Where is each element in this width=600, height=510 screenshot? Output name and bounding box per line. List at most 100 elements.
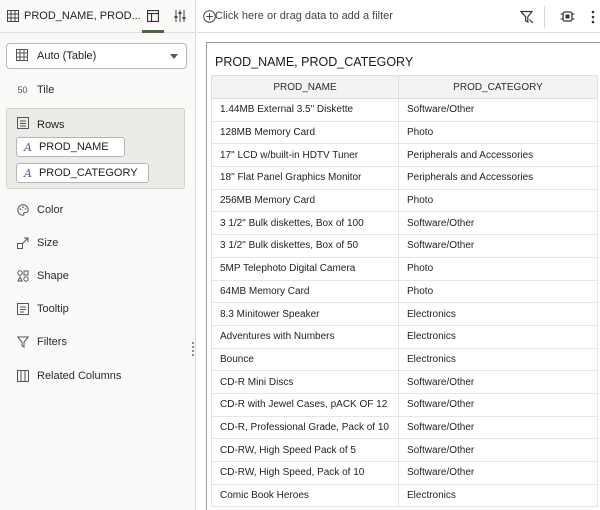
- grammar-tile-label: Tile: [37, 84, 55, 96]
- table-row[interactable]: CD-R with Jewel Cases, pACK OF 12 Softwar…: [211, 392, 598, 417]
- attribute-icon: A: [24, 166, 32, 180]
- filter-bar[interactable]: Click here or drag data to add a filter: [197, 0, 600, 33]
- attribute-icon: A: [24, 140, 32, 154]
- table-row[interactable]: CD-RW, High Speed, Pack of 10 Software/Ot…: [211, 461, 598, 485]
- table-row[interactable]: 64MB Memory Card Photo: [211, 279, 598, 304]
- cell-prod-category[interactable]: Photo: [398, 279, 598, 304]
- visualization-container[interactable]: PROD_NAME, PROD_CATEGORY PROD_NAME PROD_…: [206, 42, 600, 510]
- cell-prod-category[interactable]: Photo: [398, 256, 598, 281]
- cell-prod-category[interactable]: Photo: [398, 188, 598, 213]
- cell-prod-name[interactable]: 64MB Memory Card: [211, 279, 399, 304]
- table-row[interactable]: 5MP Telephoto Digital Camera Photo: [211, 256, 598, 281]
- cell-prod-name[interactable]: CD-RW, High Speed, Pack of 10: [211, 461, 399, 485]
- visualization-tab-title[interactable]: PROD_NAME, PROD...: [24, 10, 141, 22]
- column-header-prod-name[interactable]: PROD_NAME: [211, 75, 399, 99]
- table-row[interactable]: CD-R Mini Discs Software/Other: [211, 370, 598, 394]
- grammar-shape[interactable]: Shape: [16, 268, 69, 284]
- cell-prod-name[interactable]: Adventures with Numbers: [211, 324, 399, 349]
- cell-prod-name[interactable]: 18" Flat Panel Graphics Monitor: [211, 166, 399, 190]
- cell-prod-category[interactable]: Peripherals and Accessories: [398, 143, 598, 168]
- cell-prod-name[interactable]: 3 1/2" Bulk diskettes, Box of 50: [211, 234, 399, 258]
- color-palette-icon: [16, 204, 29, 217]
- grammar-shape-label: Shape: [37, 270, 69, 282]
- cell-prod-name[interactable]: 3 1/2" Bulk diskettes, Box of 100: [211, 211, 399, 236]
- row-pill-label: PROD_CATEGORY: [38, 167, 138, 179]
- grammar-tile[interactable]: 50 Tile: [16, 82, 54, 98]
- grammar-filters[interactable]: Filters: [16, 334, 67, 350]
- visualization-title: PROD_NAME, PROD_CATEGORY: [215, 55, 414, 69]
- table-row[interactable]: 3 1/2" Bulk diskettes, Box of 100 Softwar…: [211, 211, 598, 236]
- row-pill-prod-category[interactable]: A PROD_CATEGORY: [16, 163, 149, 183]
- cell-prod-category[interactable]: Electronics: [398, 324, 598, 349]
- grammar-tooltip-label: Tooltip: [37, 303, 69, 315]
- column-header-prod-category[interactable]: PROD_CATEGORY: [398, 75, 598, 99]
- cell-prod-category[interactable]: Software/Other: [398, 234, 598, 258]
- table-row[interactable]: 1.44MB External 3.5" Diskette Software/Ot…: [211, 98, 598, 122]
- table-row[interactable]: Comic Book Heroes Electronics: [211, 483, 598, 508]
- panel-resize-handle[interactable]: [192, 342, 194, 358]
- grammar-tooltip[interactable]: Tooltip: [16, 301, 69, 317]
- cell-prod-category[interactable]: Software/Other: [398, 211, 598, 236]
- funnel-icon[interactable]: [519, 9, 534, 24]
- cell-prod-name[interactable]: 17" LCD w/built-in HDTV Tuner: [211, 143, 399, 168]
- cell-prod-name[interactable]: CD-RW, High Speed Pack of 5: [211, 438, 399, 462]
- filter-placeholder[interactable]: Click here or drag data to add a filter: [215, 10, 393, 22]
- table-icon: [16, 48, 28, 64]
- cell-prod-name[interactable]: Comic Book Heroes: [211, 483, 399, 508]
- columns-icon: [16, 370, 29, 383]
- toolbar-separator: [544, 6, 545, 28]
- row-pill-label: PROD_NAME: [38, 141, 109, 153]
- grammar-panel-icon[interactable]: [146, 9, 160, 23]
- cell-prod-name[interactable]: 1.44MB External 3.5" Diskette: [211, 98, 399, 122]
- cell-prod-name[interactable]: CD-R, Professional Grade, Pack of 10: [211, 415, 399, 440]
- cell-prod-category[interactable]: Electronics: [398, 347, 598, 372]
- table-row[interactable]: 3 1/2" Bulk diskettes, Box of 50 Software…: [211, 234, 598, 258]
- grammar-related-columns[interactable]: Related Columns: [16, 368, 121, 384]
- data-table: PROD_NAME PROD_CATEGORY 1.44MB External …: [211, 75, 598, 508]
- grammar-size-label: Size: [37, 237, 59, 249]
- rows-icon: [17, 117, 29, 132]
- table-row[interactable]: 18" Flat Panel Graphics Monitor Periphera…: [211, 166, 598, 190]
- table-row[interactable]: Adventures with Numbers Electronics: [211, 324, 598, 349]
- rows-header: Rows: [17, 117, 65, 132]
- table-row[interactable]: CD-R, Professional Grade, Pack of 10 Soft…: [211, 415, 598, 440]
- visualization-type-select[interactable]: Auto (Table): [6, 43, 187, 69]
- cell-prod-category[interactable]: Software/Other: [398, 370, 598, 394]
- table-row[interactable]: 8.3 Minitower Speaker Electronics: [211, 302, 598, 326]
- cell-prod-name[interactable]: CD-R with Jewel Cases, pACK OF 12: [211, 392, 399, 417]
- cell-prod-name[interactable]: CD-R Mini Discs: [211, 370, 399, 394]
- cell-prod-category[interactable]: Software/Other: [398, 98, 598, 122]
- grammar-size[interactable]: Size: [16, 235, 58, 251]
- rows-label: Rows: [37, 118, 65, 131]
- cell-prod-name[interactable]: 128MB Memory Card: [211, 120, 399, 145]
- table-row[interactable]: 256MB Memory Card Photo: [211, 188, 598, 213]
- properties-icon[interactable]: [173, 9, 187, 23]
- cell-prod-category[interactable]: Photo: [398, 120, 598, 145]
- table-icon: [6, 9, 20, 23]
- table-row[interactable]: Bounce Electronics: [211, 347, 598, 372]
- cell-prod-category[interactable]: Electronics: [398, 483, 598, 508]
- rows-drop-target[interactable]: Rows A PROD_NAME A PROD_CATEGORY: [6, 108, 185, 189]
- cell-prod-name[interactable]: 5MP Telephoto Digital Camera: [211, 256, 399, 281]
- cell-prod-name[interactable]: 256MB Memory Card: [211, 188, 399, 213]
- cell-prod-category[interactable]: Electronics: [398, 302, 598, 326]
- cell-prod-category[interactable]: Peripherals and Accessories: [398, 166, 598, 190]
- data-panel: PROD_NAME, PROD... Auto (Table) 50 Tile …: [0, 0, 196, 510]
- table-row[interactable]: CD-RW, High Speed Pack of 5 Software/Othe…: [211, 438, 598, 462]
- cell-prod-category[interactable]: Software/Other: [398, 415, 598, 440]
- more-vertical-icon[interactable]: [585, 9, 600, 24]
- row-pill-prod-name[interactable]: A PROD_NAME: [16, 137, 125, 157]
- cell-prod-name[interactable]: 8.3 Minitower Speaker: [211, 302, 399, 326]
- canvas-area: Click here or drag data to add a filter …: [197, 0, 600, 510]
- grammar-filters-label: Filters: [37, 336, 67, 348]
- table-header-row: PROD_NAME PROD_CATEGORY: [211, 75, 598, 99]
- canvas-menu-icon[interactable]: [560, 9, 575, 24]
- table-row[interactable]: 17" LCD w/built-in HDTV Tuner Peripherals…: [211, 143, 598, 168]
- resize-icon: [16, 237, 29, 250]
- table-row[interactable]: 128MB Memory Card Photo: [211, 120, 598, 145]
- grammar-color[interactable]: Color: [16, 202, 63, 218]
- cell-prod-category[interactable]: Software/Other: [398, 438, 598, 462]
- cell-prod-category[interactable]: Software/Other: [398, 392, 598, 417]
- cell-prod-name[interactable]: Bounce: [211, 347, 399, 372]
- cell-prod-category[interactable]: Software/Other: [398, 461, 598, 485]
